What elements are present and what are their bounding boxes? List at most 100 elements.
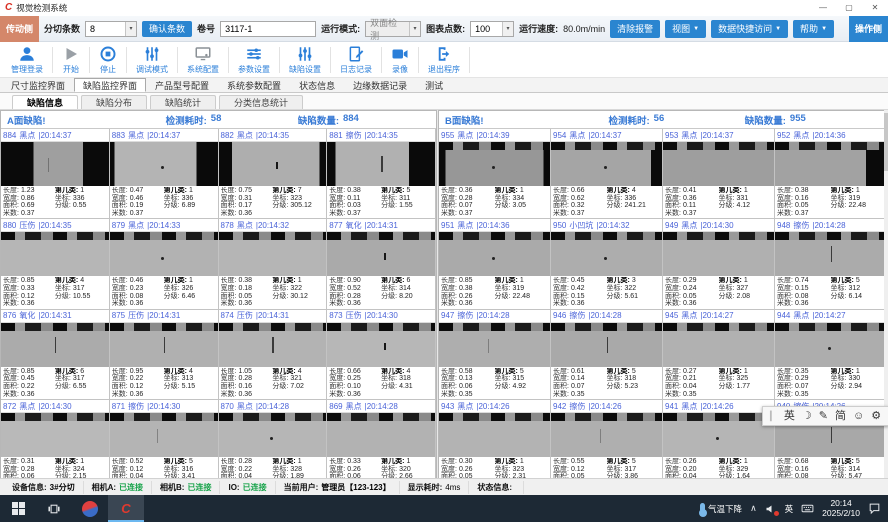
slit-count-select[interactable]: 8 ▾: [85, 21, 137, 37]
defect-image[interactable]: [439, 413, 550, 457]
subtab-defect-stats[interactable]: 缺陷统计: [150, 95, 216, 109]
defect-cell-879[interactable]: 879黑点|20:14:33长度:0.46宽度:0.23面积:0.08米数:0.…: [110, 219, 219, 309]
defect-image[interactable]: [327, 323, 435, 367]
exit-program-button[interactable]: 退出程序: [419, 44, 469, 76]
defect-cell-883[interactable]: 883黑点|20:14:37长度:0.47宽度:0.46面积:0.19米数:0.…: [110, 129, 219, 219]
subtab-class-info-stats[interactable]: 分类信息统计: [219, 95, 303, 109]
defect-image[interactable]: [439, 323, 550, 367]
close-button[interactable]: ✕: [862, 0, 888, 16]
defect-image[interactable]: [775, 232, 886, 276]
task-view-button[interactable]: [36, 495, 72, 522]
ime-simplified-button[interactable]: 简: [835, 407, 846, 425]
defect-image[interactable]: [219, 142, 327, 186]
defect-cell-945[interactable]: 945黑点|20:14:27长度:0.27宽度:0.21面积:0.04米数:0.…: [663, 310, 775, 400]
ime-en-button[interactable]: 英: [784, 407, 795, 425]
defect-cell-942[interactable]: 942擦伤|20:14:26长度:0.55宽度:0.12面积:0.05米数:0.…: [551, 400, 663, 478]
view-menu-button[interactable]: 视图▼: [665, 20, 706, 38]
keyboard-icon[interactable]: [801, 502, 814, 515]
defect-image[interactable]: [110, 323, 218, 367]
operate-side-button[interactable]: 操作侧: [849, 16, 888, 42]
defect-image[interactable]: [327, 232, 435, 276]
defect-image[interactable]: [110, 232, 218, 276]
defect-image[interactable]: [551, 413, 662, 457]
admin-login-button[interactable]: 管理登录: [2, 44, 52, 76]
chart-points-select[interactable]: 100 ▾: [470, 21, 514, 37]
defect-cell-941[interactable]: 941黑点|20:14:26长度:0.26宽度:0.20面积:0.04米数:0.…: [663, 400, 775, 478]
taskbar-clock[interactable]: 20:14 2025/2/10: [822, 499, 860, 518]
help-menu-button[interactable]: 帮助▼: [793, 20, 834, 38]
taskbar-app-1[interactable]: [72, 495, 108, 522]
drive-side-button[interactable]: 传动侧: [0, 16, 39, 42]
defect-image[interactable]: [439, 142, 550, 186]
roll-number-input[interactable]: [220, 21, 316, 37]
ime-pen-button[interactable]: ✎: [819, 407, 828, 425]
volume-icon[interactable]: [765, 503, 777, 515]
defect-cell-882[interactable]: 882黑点|20:14:35长度:0.75宽度:0.31面积:0.17米数:0.…: [219, 129, 328, 219]
defect-image[interactable]: [219, 232, 327, 276]
defect-image[interactable]: [1, 323, 109, 367]
tab-defect-monitor[interactable]: 缺陷监控界面: [74, 78, 146, 92]
tray-expand-button[interactable]: ∧: [750, 503, 757, 514]
start-button[interactable]: [0, 495, 36, 522]
defect-cell-873[interactable]: 873压伤|20:14:30长度:0.66宽度:0.25面积:0.10米数:0.…: [327, 310, 436, 400]
stop-button[interactable]: 停止: [90, 44, 126, 76]
defect-image[interactable]: [663, 142, 774, 186]
minimize-button[interactable]: —: [810, 0, 836, 16]
subtab-defect-info[interactable]: 缺陷信息: [12, 95, 78, 109]
defect-cell-955[interactable]: 955黑点|20:14:39长度:0.36宽度:0.28面积:0.07米数:0.…: [439, 129, 551, 219]
defect-cell-881[interactable]: 881擦伤|20:14:35长度:0.38宽度:0.11面积:0.03米数:0.…: [327, 129, 436, 219]
defect-cell-884[interactable]: 884黑点|20:14:37长度:1.23宽度:0.86面积:0.69米数:0.…: [1, 129, 110, 219]
defect-image[interactable]: [219, 323, 327, 367]
defect-cell-878[interactable]: 878黑点|20:14:32长度:0.38宽度:0.18面积:0.05米数:0.…: [219, 219, 328, 309]
defect-cell-954[interactable]: 954黑点|20:14:37长度:0.66宽度:0.62面积:0.32米数:0.…: [551, 129, 663, 219]
defect-cell-877[interactable]: 877氧化|20:14:31长度:0.90宽度:0.52面积:0.28米数:0.…: [327, 219, 436, 309]
tab-size-monitor[interactable]: 尺寸监控界面: [2, 78, 74, 92]
defect-cell-943[interactable]: 943黑点|20:14:26长度:0.30宽度:0.26面积:0.05米数:0.…: [439, 400, 551, 478]
defect-image[interactable]: [439, 232, 550, 276]
defect-image[interactable]: [219, 413, 327, 457]
defect-cell-953[interactable]: 953黑点|20:14:37长度:0.41宽度:0.36面积:0.11米数:0.…: [663, 129, 775, 219]
defect-image[interactable]: [775, 323, 886, 367]
subtab-defect-distribution[interactable]: 缺陷分布: [81, 95, 147, 109]
ime-settings-button[interactable]: ⚙: [871, 407, 881, 425]
param-settings-button[interactable]: 参数设置: [229, 44, 279, 76]
tab-system-params[interactable]: 系统参数配置: [218, 78, 290, 92]
log-record-button[interactable]: 日志记录: [331, 44, 381, 76]
tab-test[interactable]: 测试: [416, 78, 452, 92]
defect-image[interactable]: [1, 413, 109, 457]
ime-indicator[interactable]: 英: [785, 503, 794, 515]
defect-image[interactable]: [110, 142, 218, 186]
defect-image[interactable]: [551, 232, 662, 276]
defect-cell-946[interactable]: 946擦伤|20:14:28长度:0.61宽度:0.14面积:0.07米数:0.…: [551, 310, 663, 400]
scrollbar-thumb[interactable]: [884, 113, 888, 171]
record-video-button[interactable]: 录像: [382, 44, 418, 76]
defect-cell-871[interactable]: 871擦伤|20:14:30长度:0.52宽度:0.12面积:0.04米数:0.…: [110, 400, 219, 478]
defect-image[interactable]: [327, 413, 435, 457]
defect-image[interactable]: [551, 142, 662, 186]
clear-alarm-button[interactable]: 清除报警: [610, 20, 660, 38]
defect-image[interactable]: [663, 413, 774, 457]
defect-cell-880[interactable]: 880压伤|20:14:35长度:0.85宽度:0.33面积:0.12米数:0.…: [1, 219, 110, 309]
weather-widget[interactable]: 气温下降: [700, 503, 742, 515]
tab-edge-data[interactable]: 边缘数据记录: [344, 78, 416, 92]
tab-product-config[interactable]: 产品型号配置: [146, 78, 218, 92]
defect-image[interactable]: [327, 142, 435, 186]
taskbar-app-inspection[interactable]: C: [108, 495, 144, 522]
defect-settings-button[interactable]: 缺陷设置: [280, 44, 330, 76]
defect-image[interactable]: [110, 413, 218, 457]
defect-cell-950[interactable]: 950小凹坑|20:14:32长度:0.45宽度:0.42面积:0.15米数:0…: [551, 219, 663, 309]
defect-cell-869[interactable]: 869黑点|20:14:28长度:0.33宽度:0.26面积:0.06米数:0.…: [327, 400, 436, 478]
defect-cell-951[interactable]: 951黑点|20:14:36长度:0.85宽度:0.38面积:0.26米数:0.…: [439, 219, 551, 309]
notification-center-icon[interactable]: [868, 502, 881, 515]
defect-image[interactable]: [663, 323, 774, 367]
defect-cell-952[interactable]: 952黑点|20:14:36长度:0.38宽度:0.16面积:0.05米数:0.…: [775, 129, 887, 219]
defect-cell-872[interactable]: 872黑点|20:14:30长度:0.31宽度:0.28面积:0.06米数:0.…: [1, 400, 110, 478]
defect-cell-947[interactable]: 947擦伤|20:14:28长度:0.58宽度:0.13面积:0.06米数:0.…: [439, 310, 551, 400]
system-config-button[interactable]: 系统配置: [178, 44, 228, 76]
defect-cell-948[interactable]: 948擦伤|20:14:28长度:0.74宽度:0.15面积:0.08米数:0.…: [775, 219, 887, 309]
tab-status-info[interactable]: 状态信息: [290, 78, 344, 92]
defect-cell-874[interactable]: 874压伤|20:14:31长度:1.05宽度:0.28面积:0.16米数:0.…: [219, 310, 328, 400]
defect-image[interactable]: [1, 232, 109, 276]
defect-cell-875[interactable]: 875压伤|20:14:31长度:0.95宽度:0.22面积:0.12米数:0.…: [110, 310, 219, 400]
defect-cell-870[interactable]: 870黑点|20:14:28长度:0.28宽度:0.22面积:0.04米数:0.…: [219, 400, 328, 478]
